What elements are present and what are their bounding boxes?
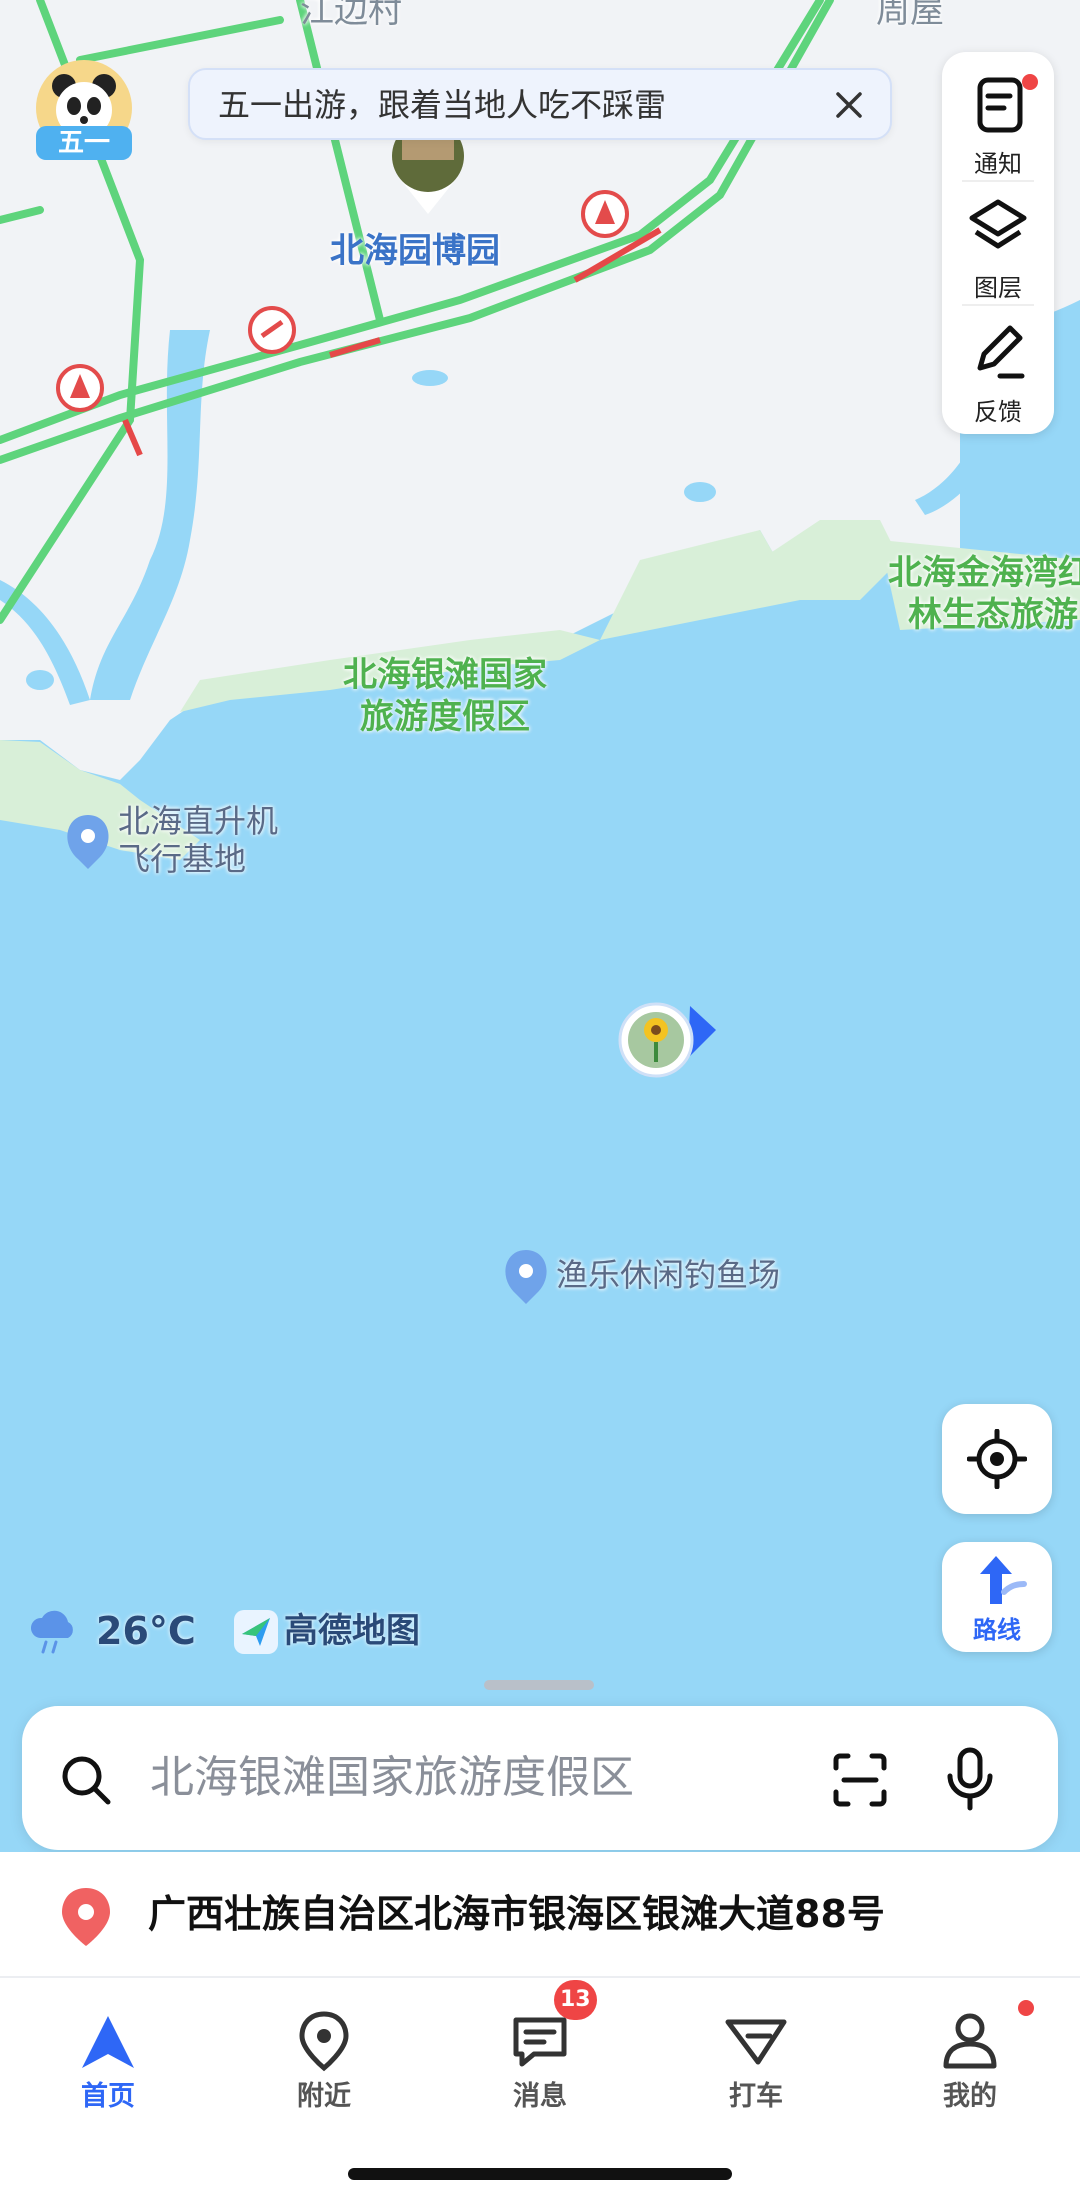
weather-temp: 26°C [96,1609,196,1653]
tab-profile-label: 我的 [943,2081,997,2112]
close-icon[interactable] [826,82,872,128]
tab-taxi[interactable]: 打车 [676,1978,836,2128]
map-label-garden-expo[interactable]: 北海园博园 [330,230,500,272]
resort-label-line2: 旅游度假区 [360,697,530,737]
search-icon [62,1756,111,1805]
divider [962,180,1034,182]
map-label-heliport[interactable]: 北海直升机 飞行基地 [118,802,278,878]
home-indicator [348,2168,732,2180]
feedback-icon [977,325,1025,379]
sheet-drag-handle[interactable] [484,1680,594,1690]
message-icon [513,2017,567,2067]
promo-banner-text: 五一出游，跟着当地人吃不踩雷 [218,86,667,124]
route-button[interactable]: 路线 [942,1542,1052,1652]
map-label-silver-beach-resort[interactable]: 北海银滩国家 旅游度假区 [330,654,560,738]
notification-dot [1022,74,1038,90]
nearby-pin-icon [299,2011,349,2072]
current-address-row[interactable]: 广西壮族自治区北海市银海区银滩大道88号 [0,1852,1080,1976]
notification-button[interactable]: 通知 [942,62,1054,186]
tab-messages-label: 消息 [513,2081,567,2112]
amap-logo-icon [234,1610,278,1654]
resort-label-line1: 北海银滩国家 [343,655,547,695]
search-bar[interactable]: 北海银滩国家旅游度假区 [22,1706,1058,1850]
map-label-jiangbiancun: 江边村 [300,0,402,31]
location-pin-icon [62,1888,110,1946]
layers-icon [969,199,1027,249]
route-arrow-icon [980,1556,1027,1604]
map-label-fishing-ground[interactable]: 渔乐休闲钓鱼场 [556,1256,780,1294]
tab-messages[interactable]: 13 消息 [460,1978,620,2128]
jinhaiwan-label-line2: 林生态旅游 [908,595,1078,635]
brand-name: 高德地图 [284,1611,420,1651]
map-tools-panel: 通知 图层 反馈 [942,52,1054,434]
current-address: 广西壮族自治区北海市银海区银滩大道88号 [148,1892,885,1936]
tab-nearby[interactable]: 附近 [244,1978,404,2128]
jinhaiwan-label-line1: 北海金海湾红 [888,553,1080,593]
taxi-icon [725,2019,787,2065]
user-icon [943,2013,997,2069]
event-badge[interactable]: 五一 [32,56,136,160]
notification-label: 通知 [974,150,1022,178]
locate-icon [967,1429,1027,1489]
tab-home[interactable]: 首页 [28,1978,188,2128]
messages-badge: 13 [554,1980,597,2020]
layers-button[interactable]: 图层 [942,186,1054,310]
tab-nearby-label: 附近 [297,2081,351,2112]
scan-icon[interactable] [830,1750,890,1810]
heliport-label-line1: 北海直升机 [118,802,279,840]
feedback-label: 反馈 [974,398,1022,426]
divider [962,304,1034,306]
profile-dot [1018,2000,1034,2016]
heliport-label-line2: 飞行基地 [118,840,247,878]
tab-profile[interactable]: 我的 [890,1978,1050,2128]
layers-label: 图层 [974,274,1022,302]
navigation-arrow-icon [82,2016,134,2068]
tab-home-label: 首页 [81,2081,135,2112]
promo-banner[interactable]: 五一出游，跟着当地人吃不踩雷 [188,68,892,140]
locate-button[interactable] [942,1404,1052,1514]
rain-cloud-icon [30,1610,73,1654]
microphone-icon[interactable] [940,1746,1000,1812]
tab-taxi-label: 打车 [729,2081,783,2112]
route-label: 路线 [973,1616,1021,1644]
search-input[interactable]: 北海银滩国家旅游度假区 [150,1750,634,1806]
feedback-button[interactable]: 反馈 [942,310,1054,434]
map-label-jinhaiwan[interactable]: 北海金海湾红 林生态旅游 [888,552,1080,636]
map-label-zhouwu: 周屋 [876,0,944,31]
event-badge-label: 五一 [36,126,132,160]
